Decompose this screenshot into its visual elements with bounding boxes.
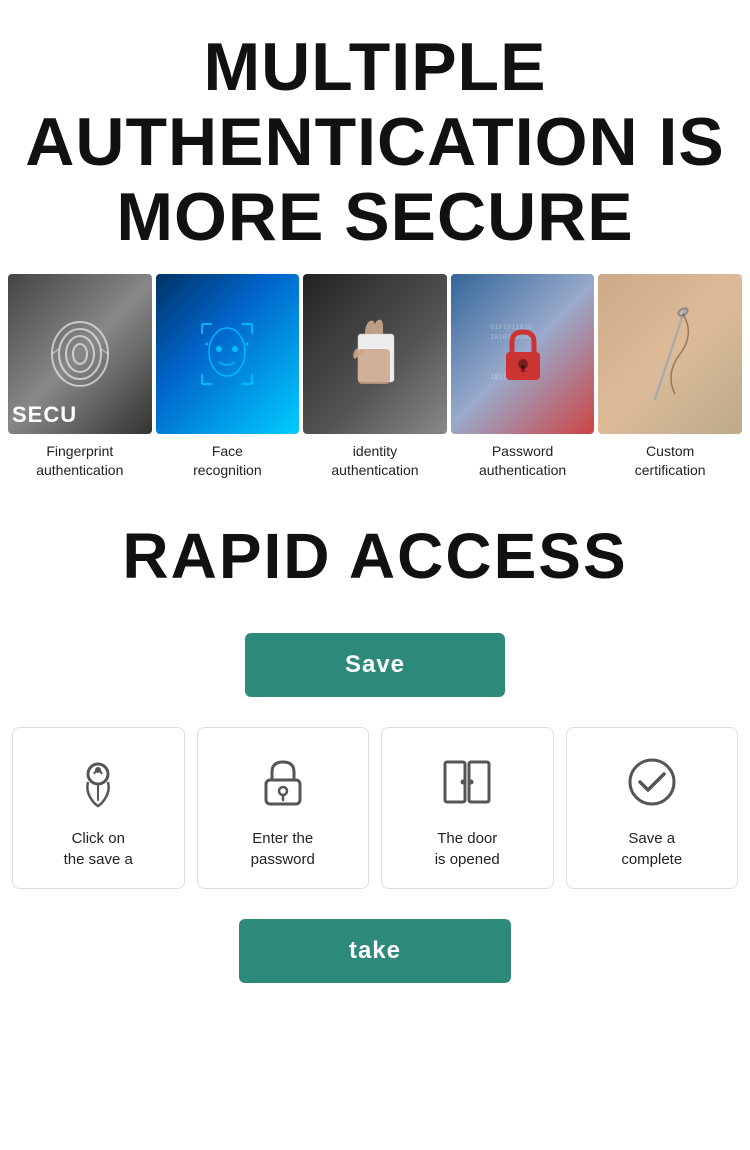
- lock-icon: [253, 752, 313, 812]
- step-label-save-complete: Save a complete: [621, 828, 682, 870]
- identity-card-icon: [340, 309, 410, 399]
- step-card-click-save: Click on the save a: [12, 727, 185, 889]
- auth-image-identity: [303, 274, 447, 434]
- secu-overlay-text: SECU: [12, 402, 77, 428]
- main-title: MULTIPLE AUTHENTICATION IS MORE SECURE: [20, 30, 730, 254]
- auth-item-face: Face recognition: [156, 274, 300, 478]
- auth-item-fingerprint: SECU Fingerprint authentication: [8, 274, 152, 478]
- face-recognition-icon: [197, 314, 257, 394]
- auth-label-password: Password authentication: [479, 442, 566, 478]
- title-line3: MORE SECURE: [116, 179, 633, 255]
- save-button[interactable]: Save: [245, 633, 505, 697]
- step-label-door-opened: The door is opened: [435, 828, 500, 870]
- header-title-section: MULTIPLE AUTHENTICATION IS MORE SECURE: [0, 0, 750, 274]
- hand-pointer-icon: [68, 752, 128, 812]
- needle-icon: [640, 304, 700, 404]
- auth-label-fingerprint: Fingerprint authentication: [36, 442, 123, 478]
- auth-item-custom: Custom certification: [598, 274, 742, 478]
- step-label-enter-password: Enter the password: [251, 828, 315, 870]
- rapid-access-title: RAPID ACCESS: [20, 519, 730, 593]
- check-circle-icon: [622, 752, 682, 812]
- auth-image-password: 0101011010 1010100101 1011 100: [451, 274, 595, 434]
- steps-section: Click on the save a Enter the password: [0, 727, 750, 889]
- door-open-icon: [437, 752, 497, 812]
- auth-image-fingerprint: SECU: [8, 274, 152, 434]
- auth-item-password: 0101011010 1010100101 1011 100 Password …: [451, 274, 595, 478]
- step-label-click-save: Click on the save a: [64, 828, 133, 870]
- take-button-wrap: take: [0, 919, 750, 983]
- take-button[interactable]: take: [239, 919, 511, 983]
- auth-label-custom: Custom certification: [635, 442, 706, 478]
- save-button-wrap: Save: [0, 633, 750, 697]
- title-line1: MULTIPLE: [204, 29, 547, 105]
- rapid-access-section: RAPID ACCESS: [0, 479, 750, 613]
- auth-image-face: [156, 274, 300, 434]
- auth-image-custom: [598, 274, 742, 434]
- fingerprint-icon: [45, 314, 115, 394]
- step-card-enter-password: Enter the password: [197, 727, 370, 889]
- auth-item-identity: identity authentication: [303, 274, 447, 478]
- auth-label-identity: identity authentication: [331, 442, 418, 478]
- auth-methods-row: SECU Fingerprint authentication: [0, 274, 750, 478]
- step-card-save-complete: Save a complete: [566, 727, 739, 889]
- auth-label-face: Face recognition: [193, 442, 262, 478]
- title-line2: AUTHENTICATION IS: [25, 104, 725, 180]
- step-card-door-opened: The door is opened: [381, 727, 554, 889]
- padlock-icon: 0101011010 1010100101 1011 100: [488, 314, 558, 394]
